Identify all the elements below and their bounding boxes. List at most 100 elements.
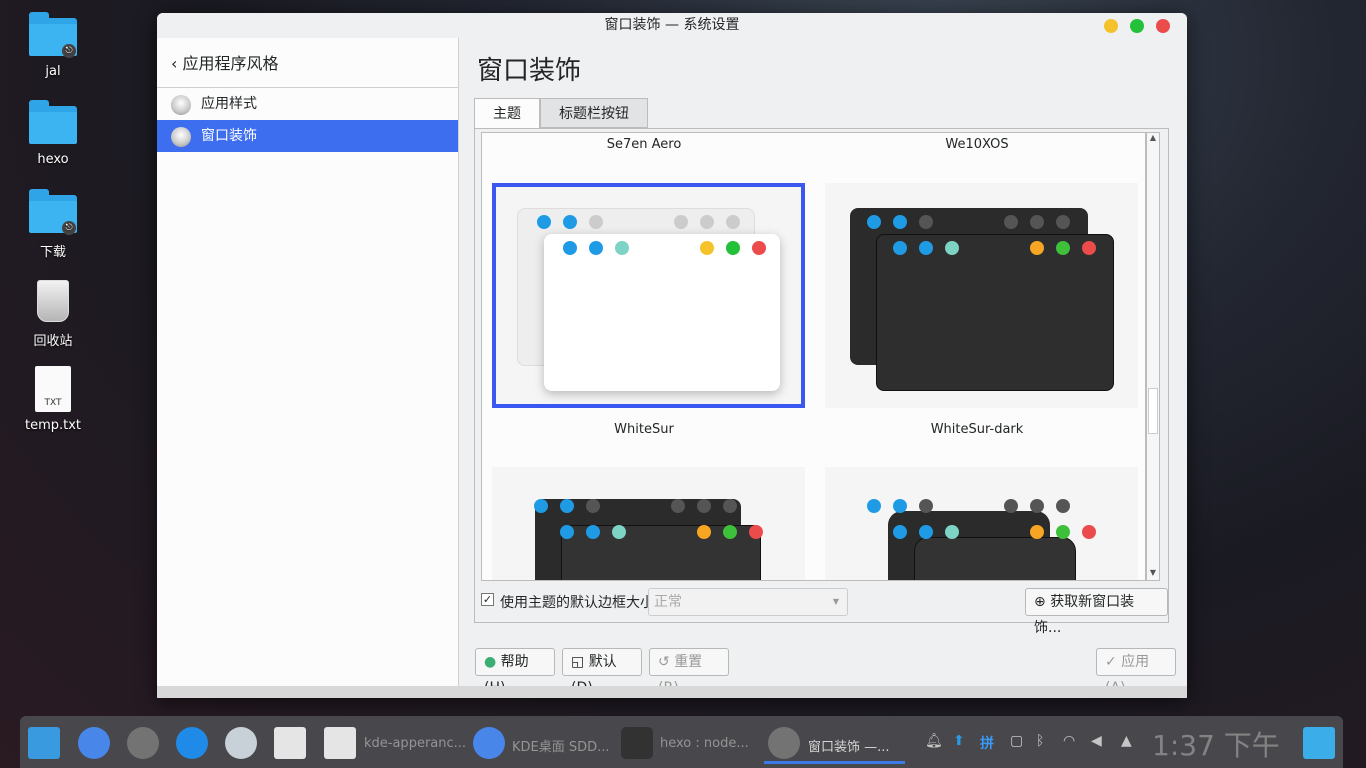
- theme-name: WhiteSur-dark: [930, 422, 1024, 437]
- tab-theme[interactable]: 主题: [474, 98, 540, 129]
- kde-logo-icon: [563, 215, 577, 229]
- bluetooth-icon[interactable]: ᛒ: [1036, 733, 1044, 749]
- task-label-active[interactable]: 窗口装饰 —...: [808, 736, 890, 755]
- get-new-decorations-label: 获取新窗口装饰...: [1034, 594, 1135, 636]
- text-editor-icon[interactable]: [274, 727, 306, 759]
- kde-logo-icon: [586, 525, 600, 539]
- tab-panel: Se7en Aero We10XOS WhiteSur WhiteSur-dar…: [474, 128, 1169, 636]
- kde-logo-icon: [867, 499, 881, 513]
- link-icon: ⎋: [62, 44, 76, 58]
- volume-icon[interactable]: ◀: [1091, 733, 1102, 749]
- sidebar-item-label: 应用样式: [201, 96, 257, 112]
- page-title: 窗口装饰: [477, 56, 582, 86]
- tab-titlebar-buttons[interactable]: 标题栏按钮: [540, 98, 648, 128]
- get-new-decorations-button[interactable]: ⊕ 获取新窗口装饰...: [1025, 588, 1168, 636]
- text-editor-task-icon[interactable]: [324, 727, 356, 759]
- input-method-indicator[interactable]: 拼: [980, 733, 994, 753]
- app-style-icon: [171, 95, 191, 115]
- kde-logo-icon: [893, 525, 907, 539]
- kde-logo-icon: [560, 525, 574, 539]
- theme-grid-scrollbar[interactable]: ▲ ▼: [1146, 132, 1160, 581]
- desktop-icon-trash[interactable]: 回收站: [14, 278, 92, 349]
- terminal-icon[interactable]: [621, 727, 653, 759]
- window-decoration-icon: [171, 127, 191, 147]
- theme-preview-whitesur[interactable]: [492, 467, 805, 580]
- app-store-icon[interactable]: [176, 727, 208, 759]
- sidebar-header-label: 应用程序风格: [182, 54, 279, 73]
- sidebar-back-button[interactable]: ‹ 应用程序风格: [157, 38, 458, 88]
- chevron-up-icon[interactable]: ▲: [1121, 733, 1132, 749]
- kde-logo-icon: [867, 215, 881, 229]
- settings-gear-icon[interactable]: [127, 727, 159, 759]
- chevron-down-icon: ▼: [832, 597, 839, 606]
- network-icon[interactable]: ◠: [1063, 733, 1075, 749]
- window-titlebar[interactable]: 窗口装饰 — 系统设置: [157, 13, 1187, 38]
- desktop-icon-label: 下载: [39, 245, 66, 260]
- border-size-value: 正常: [654, 594, 682, 610]
- desktop-icon-temp-txt[interactable]: TXT temp.txt: [14, 366, 92, 433]
- clipboard-icon[interactable]: ▢: [1010, 733, 1023, 749]
- kde-logo-icon: [560, 499, 574, 513]
- folder-icon: [29, 100, 77, 144]
- kde-logo-icon: [563, 241, 577, 255]
- update-icon[interactable]: ⬆: [953, 733, 965, 749]
- scroll-down-icon[interactable]: ▼: [1148, 568, 1158, 580]
- default-icon: ◱: [571, 654, 585, 670]
- task-label[interactable]: kde-apperanc...: [364, 736, 466, 751]
- browser-task-icon[interactable]: [473, 727, 505, 759]
- border-size-select[interactable]: 正常 ▼: [648, 588, 848, 616]
- default-border-size-label: 使用主题的默认边框大小: [500, 595, 654, 611]
- undo-icon: ↺: [658, 654, 670, 670]
- trash-icon: [37, 280, 69, 322]
- notification-bell-icon[interactable]: 🔔︎: [925, 733, 943, 749]
- music-player-icon[interactable]: [225, 727, 257, 759]
- sidebar-item-window-decoration[interactable]: 窗口装饰: [157, 120, 458, 152]
- kde-logo-icon: [534, 499, 548, 513]
- default-button[interactable]: ◱ 默认(D): [562, 648, 642, 696]
- browser-icon[interactable]: [78, 727, 110, 759]
- computer-icon[interactable]: [28, 727, 60, 759]
- minimize-button[interactable]: [1104, 19, 1118, 33]
- close-button[interactable]: [1156, 19, 1170, 33]
- desktop-icon-label: temp.txt: [24, 418, 82, 433]
- help-button[interactable]: ● 帮助(H): [475, 648, 555, 696]
- main-panel: 窗口装饰 主题 标题栏按钮 Se7en Aero We10XOS WhiteSu…: [460, 38, 1187, 696]
- active-task-indicator: [764, 761, 905, 764]
- show-desktop-icon[interactable]: [1303, 727, 1335, 759]
- theme-name: Se7en Aero: [606, 137, 682, 152]
- desktop-icon-label: hexo: [37, 152, 69, 167]
- task-label[interactable]: hexo : node...: [660, 736, 749, 751]
- check-icon: ✓: [1105, 654, 1117, 670]
- sidebar: ‹ 应用程序风格 应用样式 窗口装饰: [157, 38, 459, 686]
- download-icon: ⊕: [1034, 594, 1046, 610]
- scroll-up-icon[interactable]: ▲: [1148, 133, 1158, 145]
- desktop-icon-hexo[interactable]: hexo: [14, 100, 92, 167]
- theme-preview-se7en-aero[interactable]: [492, 183, 805, 408]
- theme-preview-we10xos[interactable]: [825, 183, 1138, 408]
- sidebar-item-label: 窗口装饰: [201, 128, 257, 144]
- window-title: 窗口装饰 — 系统设置: [604, 17, 740, 33]
- maximize-button[interactable]: [1130, 19, 1144, 33]
- apply-button[interactable]: ✓ 应用(A): [1096, 648, 1176, 696]
- theme-preview-whitesur-dark[interactable]: [825, 467, 1138, 580]
- desktop-icon-label: 回收站: [33, 334, 73, 349]
- desktop-icon-jal[interactable]: ⎋ jal: [14, 12, 92, 79]
- kde-logo-icon: [537, 215, 551, 229]
- desktop-icon-downloads[interactable]: ⎋ 下载: [14, 189, 92, 260]
- task-label[interactable]: KDE桌面 SDD...: [512, 736, 610, 755]
- settings-task-icon[interactable]: [768, 727, 800, 759]
- theme-grid: Se7en Aero We10XOS WhiteSur WhiteSur-dar…: [481, 132, 1146, 581]
- help-icon: ●: [484, 654, 497, 670]
- kde-logo-icon: [893, 499, 907, 513]
- scrollbar-thumb[interactable]: [1148, 388, 1158, 434]
- theme-name: We10XOS: [945, 137, 1009, 152]
- link-icon: ⎋: [62, 221, 76, 235]
- taskbar: kde-apperanc... KDE桌面 SDD... hexo : node…: [20, 716, 1343, 768]
- reset-button[interactable]: ↺ 重置(R): [649, 648, 729, 696]
- chevron-left-icon: ‹: [171, 54, 178, 73]
- kde-logo-icon: [893, 215, 907, 229]
- sidebar-item-application-style[interactable]: 应用样式: [157, 88, 458, 120]
- default-border-size-checkbox[interactable]: ✓: [481, 593, 494, 606]
- kde-logo-icon: [589, 241, 603, 255]
- clock[interactable]: 1:37 下午: [1152, 724, 1280, 764]
